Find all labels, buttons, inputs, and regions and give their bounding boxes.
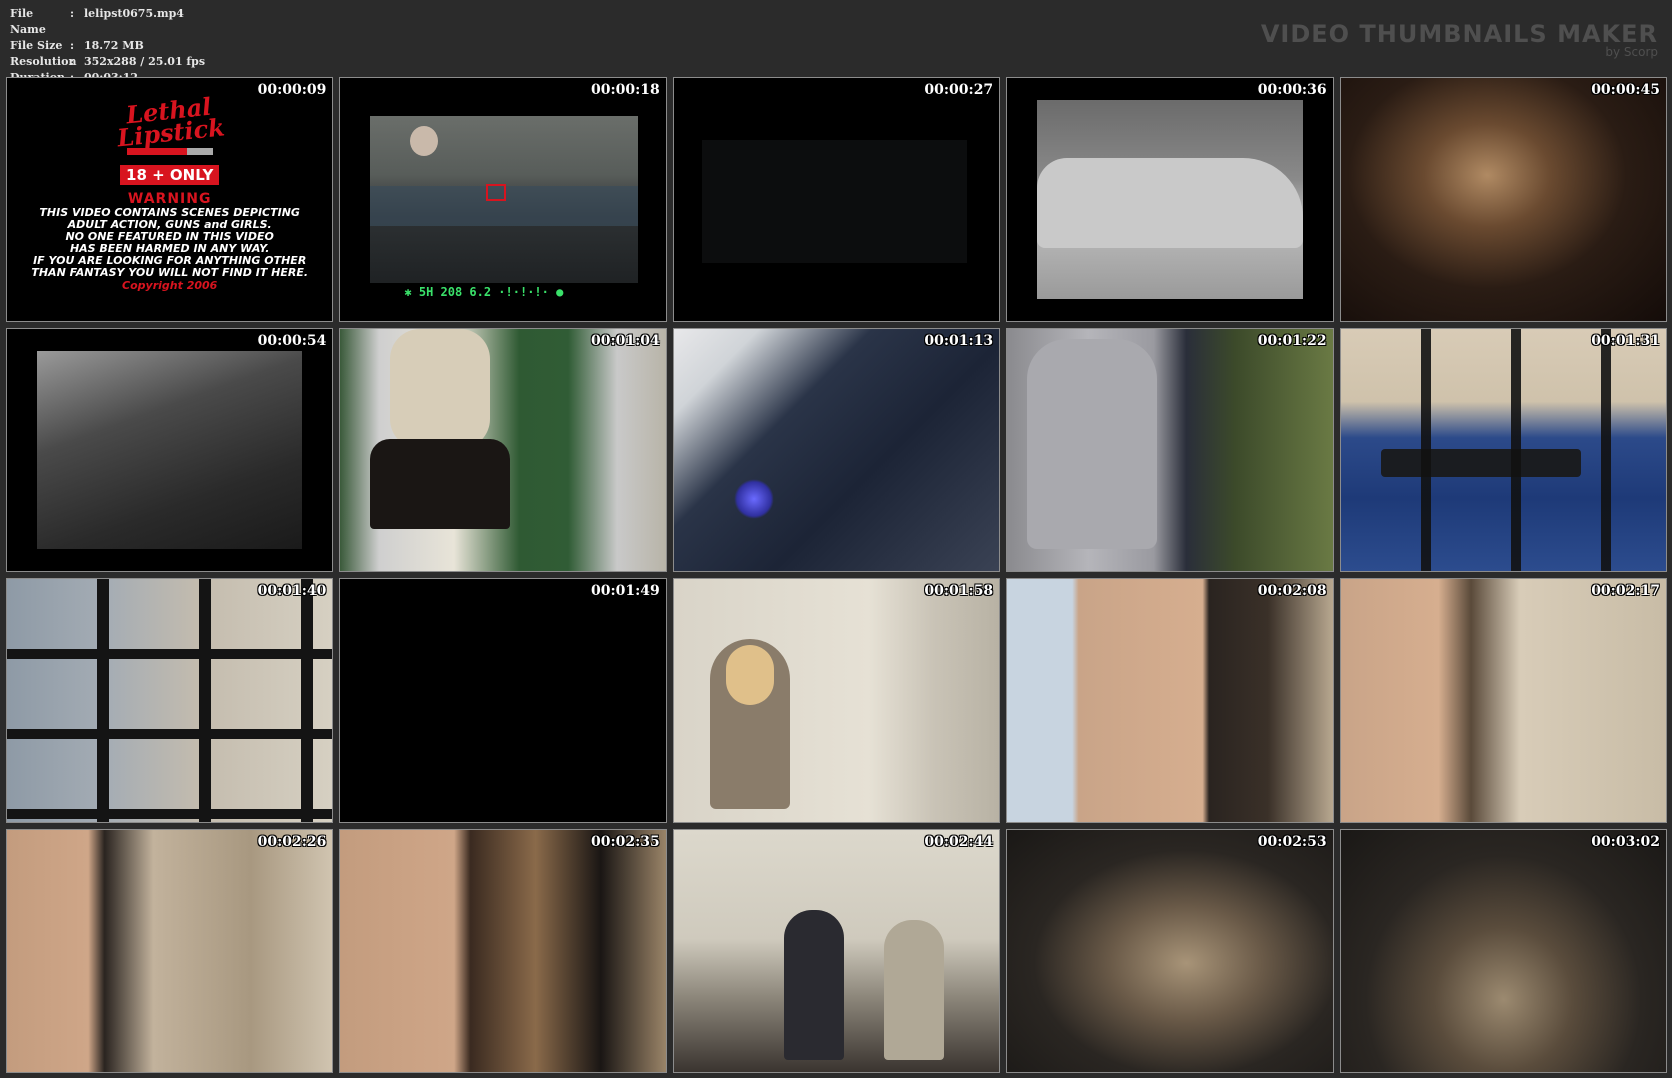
timestamp: 00:01:49 [591,583,660,599]
timestamp: 00:02:35 [591,833,660,850]
hud-readout: ✱ 5H 208 6.2 ·!·!·!· ● [404,284,564,299]
thumbnail[interactable]: 00:03:02 [1339,828,1667,1073]
thumbnail[interactable]: 00:00:27 [672,77,1001,322]
thumbnail[interactable]: 00:01:13 [672,327,1001,572]
frame-image [340,829,666,1072]
timestamp: 00:01:40 [257,583,327,599]
timestamp: 00:00:54 [257,332,327,349]
timestamp: 00:02:08 [1257,583,1327,599]
reticle-icon [486,184,507,201]
logo: Lethal Lipstick [115,91,226,153]
warning-card: Lethal Lipstick 18 + ONLY WARNING THIS VI… [7,78,332,321]
frame-image [37,350,303,549]
thumbnail[interactable]: 00:00:45 [1339,77,1667,322]
thumbnail[interactable]: 00:02:08 [1006,578,1334,823]
thumbnail[interactable]: 00:02:26 [6,828,334,1073]
age-badge: 18 + ONLY [120,165,220,185]
frame-image [1037,100,1303,299]
frame-image [7,829,333,1072]
timestamp: 00:00:36 [1257,82,1327,98]
info-row-filesize: File Size:18.72 MB [10,39,144,52]
frame-image [673,328,1000,571]
thumbnail[interactable]: ✱ 5H 208 6.2 ·!·!·!· ● 00:00:18 [339,77,667,322]
timestamp: 00:00:18 [591,82,660,98]
frame-image [1340,829,1666,1072]
thumbnail[interactable]: 00:01:22 [1006,327,1334,572]
timestamp: 00:00:09 [257,82,327,98]
timestamp: 00:01:58 [924,583,994,599]
thumbnail[interactable]: 00:01:58 [672,578,1001,823]
file-info: File Name: lelipst0675.mp4 File Size:18.7… [10,6,205,86]
thumbnail[interactable]: 00:00:36 [1006,77,1334,322]
thumbnail[interactable]: 00:00:54 [6,327,334,572]
thumbnail[interactable]: 00:01:04 [339,327,667,572]
warning-title: WARNING [127,191,212,207]
timestamp: 00:03:02 [1591,833,1660,850]
frame-image [1340,78,1666,321]
frame-image [1007,579,1333,822]
timestamp: 00:02:17 [1591,583,1660,599]
thumbnail[interactable]: 00:02:17 [1339,578,1667,823]
timestamp: 00:02:44 [924,833,994,850]
frame-image [1007,328,1333,571]
timestamp: 00:00:27 [924,82,994,98]
timestamp: 00:00:45 [1591,82,1660,98]
brand-watermark: VIDEO THUMBNAILS MAKER by Scorp [1261,22,1658,58]
thumbnail[interactable]: 00:01:49 [339,578,667,823]
info-row-resolution: Resolution:352x288 / 25.01 fps [10,55,206,68]
thumbnail[interactable]: 00:01:40 [6,578,334,823]
timestamp: 00:01:04 [591,332,660,349]
thumbnail[interactable]: 00:02:44 [672,828,1001,1073]
timestamp: 00:02:26 [257,833,327,850]
frame-image [370,116,638,283]
thumbnail[interactable]: 00:02:35 [339,828,667,1073]
brand-title: VIDEO THUMBNAILS MAKER [1260,20,1658,48]
timestamp: 00:01:22 [1257,332,1327,349]
frame-image [701,140,968,263]
thumbnail-grid: Lethal Lipstick 18 + ONLY WARNING THIS VI… [6,77,1667,1073]
frame-image [1007,829,1333,1072]
warning-text: THIS VIDEO CONTAINS SCENES DEPICTING ADU… [31,206,309,279]
frame-image [1340,579,1666,822]
frame-image [7,579,333,822]
copyright: Copyright 2006 [122,279,218,292]
thumbnail[interactable]: 00:01:31 [1339,327,1667,572]
timestamp: 00:01:31 [1591,332,1660,349]
frame-image [1340,328,1666,571]
thumbnail[interactable]: Lethal Lipstick 18 + ONLY WARNING THIS VI… [6,77,334,322]
frame-image [673,829,1000,1072]
frame-image [673,579,1000,822]
timestamp: 00:02:53 [1257,833,1327,850]
info-row-filename: File Name: lelipst0675.mp4 [10,7,184,36]
thumbnail[interactable]: 00:02:53 [1006,828,1334,1073]
timestamp: 00:01:13 [924,332,994,349]
frame-image [340,579,666,822]
frame-image [340,328,666,571]
